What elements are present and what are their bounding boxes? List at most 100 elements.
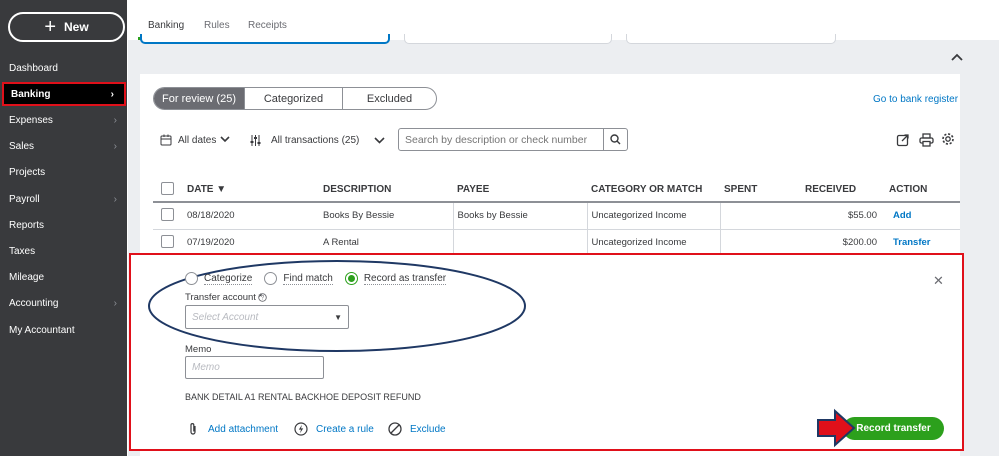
add-attachment-label: Add attachment <box>208 423 279 435</box>
add-attachment-link[interactable]: Add attachment <box>188 422 278 436</box>
sidebar-item-label: My Accountant <box>9 324 75 336</box>
bank-account-card[interactable] <box>404 34 612 44</box>
radio-find-match[interactable]: Find match <box>264 272 333 285</box>
create-rule-link[interactable]: Create a rule <box>294 422 374 436</box>
table-row[interactable]: 07/19/2020 A Rental Uncategorized Income… <box>153 229 960 257</box>
sidebar-item-payroll[interactable]: Payroll › <box>0 188 127 210</box>
exclude-link[interactable]: Exclude <box>388 422 446 436</box>
select-placeholder: Select Account <box>192 311 259 323</box>
sidebar-item-projects[interactable]: Projects <box>0 161 127 183</box>
memo-label: Memo <box>185 344 212 355</box>
search-input[interactable] <box>399 129 603 150</box>
chevron-down-icon[interactable] <box>220 136 230 143</box>
new-button[interactable]: + New <box>8 12 125 42</box>
row-checkbox[interactable] <box>161 234 174 248</box>
sidebar-item-sales[interactable]: Sales › <box>0 135 127 157</box>
chevron-down-icon[interactable] <box>374 137 385 144</box>
date-filter-label[interactable]: All dates <box>178 135 216 146</box>
select-all-checkbox[interactable] <box>161 181 174 195</box>
radio-circle[interactable] <box>264 272 278 285</box>
cell-category[interactable]: Uncategorized Income <box>586 202 720 230</box>
review-tabs: For review (25) Categorized Excluded <box>153 87 437 110</box>
cell-spent <box>719 229 801 257</box>
column-header-description[interactable]: DESCRIPTION <box>319 178 453 203</box>
cell-received: $55.00 <box>801 202 881 230</box>
cell-date: 08/18/2020 <box>183 202 319 230</box>
sidebar-item-label: Dashboard <box>9 62 58 74</box>
radio-circle[interactable] <box>185 272 198 285</box>
chevron-right-icon: › <box>113 140 117 152</box>
cell-payee[interactable]: Books by Bessie <box>452 202 587 230</box>
export-icon[interactable] <box>896 133 910 147</box>
row-checkbox[interactable] <box>161 207 174 221</box>
print-icon[interactable] <box>919 133 934 147</box>
cell-description: A Rental <box>319 229 453 257</box>
radio-categorize[interactable]: Categorize <box>185 272 253 285</box>
radio-record-as-transfer[interactable]: Record as transfer <box>344 272 447 285</box>
tab-categorized[interactable]: Categorized <box>244 88 342 109</box>
go-to-bank-register-link[interactable]: Go to bank register <box>873 94 958 105</box>
new-button-label: New <box>64 20 89 34</box>
bank-detail: BANK DETAIL A1 RENTAL BACKHOE DEPOSIT RE… <box>185 392 421 402</box>
column-header-spent[interactable]: SPENT <box>720 178 801 203</box>
gear-icon[interactable] <box>941 132 955 146</box>
lightning-icon <box>294 422 308 436</box>
transactions-filter-label[interactable]: All transactions (25) <box>271 135 359 146</box>
radio-circle-selected[interactable] <box>344 272 358 285</box>
sidebar-item-mileage[interactable]: Mileage <box>0 266 127 288</box>
search-box <box>398 128 628 151</box>
transactions-table: DATE ▼ DESCRIPTION PAYEE CATEGORY OR MAT… <box>153 178 960 257</box>
cell-spent <box>719 202 801 230</box>
search-icon <box>610 134 621 145</box>
bank-account-card[interactable] <box>140 34 390 44</box>
sidebar-item-accounting[interactable]: Accounting › <box>0 292 127 314</box>
column-header-payee[interactable]: PAYEE <box>453 178 587 203</box>
sidebar-item-reports[interactable]: Reports <box>0 214 127 236</box>
sidebar-item-label: Projects <box>9 166 46 178</box>
create-rule-label: Create a rule <box>316 423 374 435</box>
sidebar-item-dashboard[interactable]: Dashboard <box>0 57 127 79</box>
chevron-right-icon: › <box>113 297 117 309</box>
column-header-date[interactable]: DATE ▼ <box>183 178 319 203</box>
record-transfer-button[interactable]: Record transfer <box>843 417 944 440</box>
cell-category[interactable]: Uncategorized Income <box>586 229 720 257</box>
bank-account-card[interactable] <box>626 34 836 44</box>
table-header-row: DATE ▼ DESCRIPTION PAYEE CATEGORY OR MAT… <box>153 178 960 203</box>
sliders-icon <box>250 135 261 146</box>
caret-down-icon: ▼ <box>334 313 342 322</box>
chevron-right-icon: › <box>110 88 114 100</box>
radio-label: Find match <box>283 272 333 285</box>
transfer-account-select[interactable]: Select Account ▼ <box>185 305 349 329</box>
calendar-icon <box>160 134 172 146</box>
column-header-received[interactable]: RECEIVED <box>801 178 881 203</box>
chevron-right-icon: › <box>113 193 117 205</box>
sidebar-item-banking[interactable]: Banking › <box>2 82 126 106</box>
memo-field[interactable]: Memo <box>185 356 324 379</box>
tab-receipts[interactable]: Receipts <box>248 20 287 31</box>
tab-rules[interactable]: Rules <box>204 20 230 31</box>
chevron-up-icon[interactable] <box>946 49 968 67</box>
cell-received: $200.00 <box>801 229 881 257</box>
radio-label: Record as transfer <box>363 272 447 285</box>
close-icon[interactable]: ✕ <box>933 273 944 289</box>
table-row[interactable]: 08/18/2020 Books By Bessie Books by Bess… <box>153 202 960 230</box>
sidebar-item-taxes[interactable]: Taxes <box>0 240 127 262</box>
transfer-action-link[interactable]: Transfer <box>881 229 960 257</box>
search-button[interactable] <box>603 129 627 150</box>
sidebar-item-expenses[interactable]: Expenses › <box>0 109 127 131</box>
sidebar-item-my-accountant[interactable]: My Accountant <box>0 319 127 341</box>
bank-detail-label: BANK DETAIL <box>185 392 243 402</box>
sidebar-item-label: Taxes <box>9 245 36 257</box>
column-header-category[interactable]: CATEGORY OR MATCH <box>587 178 720 203</box>
tab-banking[interactable]: Banking <box>148 20 184 31</box>
tab-excluded[interactable]: Excluded <box>342 88 436 109</box>
paperclip-icon <box>190 423 196 435</box>
radio-label: Categorize <box>204 272 253 285</box>
column-header-action: ACTION <box>881 178 960 203</box>
info-icon[interactable]: ? <box>258 293 267 302</box>
sidebar-item-label: Mileage <box>9 271 45 283</box>
cell-payee[interactable] <box>452 229 587 257</box>
cell-description: Books By Bessie <box>319 202 453 230</box>
tab-for-review[interactable]: For review (25) <box>154 88 244 109</box>
add-action-link[interactable]: Add <box>881 202 960 230</box>
